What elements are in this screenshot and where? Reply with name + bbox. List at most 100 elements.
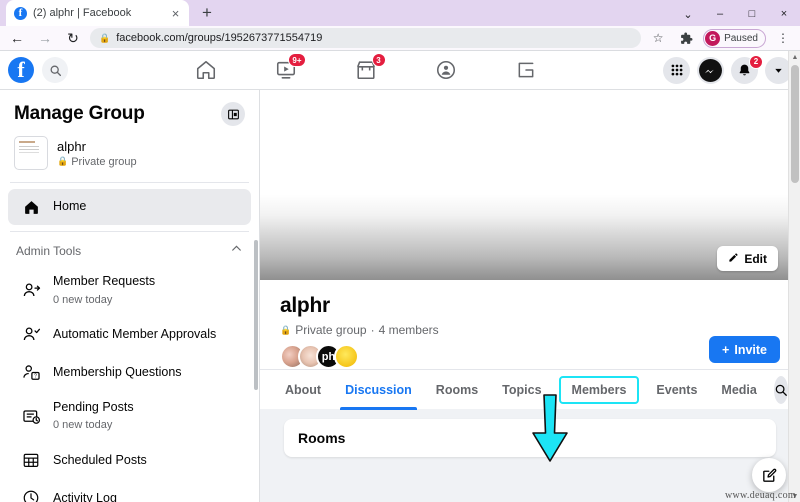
plus-icon: + (722, 342, 730, 357)
browser-tab[interactable]: f (2) alphr | Facebook × (6, 0, 189, 26)
tab-events[interactable]: Events (645, 370, 708, 410)
nav-home-icon[interactable] (191, 55, 221, 85)
person-question-icon: ? (20, 362, 42, 384)
group-meta: 🔒 Private group · 4 members (280, 323, 780, 337)
group-name: alphr (280, 294, 330, 318)
badge-watch: 9+ (288, 53, 306, 68)
nav-gaming-icon[interactable] (511, 55, 541, 85)
sidebar-item-sublabel: 0 new today (53, 293, 113, 306)
tab-rooms[interactable]: Rooms (425, 370, 489, 410)
group-thumbnail (14, 136, 48, 171)
minimize-button[interactable]: – (704, 0, 736, 28)
member-avatar-stack[interactable]: ph (280, 344, 780, 370)
watermark: www.deuaq.com (724, 490, 796, 501)
window-controls: ⌄ – □ × (672, 0, 800, 28)
nav-watch-icon[interactable]: 9+ (271, 53, 306, 85)
sidebar-header: Manage Group (0, 90, 259, 132)
bell-icon[interactable]: 2 (731, 54, 763, 84)
profile-status-chip[interactable]: G Paused (703, 28, 766, 48)
sidebar-item-home[interactable]: Home (8, 189, 251, 226)
person-check-icon (20, 324, 42, 346)
calendar-icon (20, 449, 42, 471)
grid-icon[interactable] (663, 56, 690, 84)
meta-separator: · (370, 323, 375, 338)
tab-discussion[interactable]: Discussion (334, 370, 423, 410)
new-tab-button[interactable]: + (194, 0, 220, 26)
panel-toggle-icon[interactable] (221, 102, 245, 127)
reload-button[interactable]: ↻ (62, 27, 84, 49)
clock-icon (20, 487, 42, 502)
close-icon[interactable]: × (168, 6, 183, 21)
tab-topics[interactable]: Topics (491, 370, 552, 410)
tab-media[interactable]: Media (710, 370, 767, 410)
sidebar-scrollbar[interactable] (254, 240, 258, 391)
rooms-card[interactable]: Rooms (284, 419, 776, 458)
lock-icon: 🔒 (57, 156, 69, 167)
scroll-up-arrow[interactable]: ▲ (789, 51, 800, 63)
group-cover-photo: Edit (260, 90, 800, 281)
sidebar-item-label: Pending Posts (53, 399, 134, 414)
address-bar[interactable]: 🔒 facebook.com/groups/1952673771554719 (90, 28, 642, 49)
browser-tab-strip: f (2) alphr | Facebook × + ⌄ – □ × (0, 0, 800, 26)
svg-text:?: ? (34, 374, 37, 380)
person-add-icon (20, 280, 42, 302)
lock-icon: 🔒 (280, 324, 292, 335)
window-close-button[interactable]: × (768, 0, 800, 28)
sidebar-item-activity-log[interactable]: Activity Log (8, 480, 251, 502)
facebook-right-icons: 2 (663, 54, 792, 84)
scrollbar-thumb[interactable] (791, 65, 799, 184)
sidebar-item-automatic-member-approvals[interactable]: Automatic Member Approvals (8, 317, 251, 353)
sidebar-item-label: Membership Questions (53, 364, 182, 379)
browser-window: f (2) alphr | Facebook × + ⌄ – □ × ← → ↻… (0, 0, 800, 502)
maximize-button[interactable]: □ (736, 0, 768, 28)
messenger-icon[interactable] (697, 56, 724, 84)
sidebar-section-admin-tools[interactable]: Admin Tools (0, 232, 259, 265)
group-feed: Rooms (260, 409, 800, 458)
bookmark-icon[interactable]: ☆ (647, 27, 669, 49)
tab-members[interactable]: Members (558, 375, 640, 404)
browser-menu-icon[interactable]: ⋮ (772, 27, 794, 49)
facebook-top-bar: f 9+ 3 2 (0, 51, 800, 91)
sidebar-item-label: Home (53, 199, 87, 214)
group-tab-bar: About Discussion Rooms Topics Members Ev… (260, 369, 800, 410)
profile-status-label: Paused (724, 32, 758, 44)
lock-icon: 🔒 (99, 32, 111, 43)
compose-icon[interactable] (752, 458, 786, 492)
nav-marketplace-icon[interactable]: 3 (351, 53, 386, 85)
rooms-card-title: Rooms (298, 430, 346, 447)
badge-marketplace: 3 (371, 53, 386, 68)
extensions-icon[interactable] (675, 27, 697, 49)
facebook-logo-icon[interactable]: f (8, 57, 34, 84)
badge-notifications: 2 (749, 54, 763, 69)
chevron-down-icon[interactable]: ⌄ (672, 0, 704, 28)
edit-cover-button[interactable]: Edit (717, 246, 778, 272)
sidebar-item-pending-posts[interactable]: Pending Posts 0 new today (8, 393, 251, 441)
chevron-up-icon[interactable] (230, 242, 243, 260)
search-icon[interactable] (42, 57, 68, 84)
sidebar-item-label: Member Requests (53, 274, 156, 289)
member-avatar-4[interactable] (334, 344, 359, 370)
nav-groups-icon[interactable] (431, 55, 461, 85)
sidebar-item-scheduled-posts[interactable]: Scheduled Posts (8, 442, 251, 478)
sidebar-item-membership-questions[interactable]: ? Membership Questions (8, 355, 251, 391)
facebook-nav-group: 9+ 3 (68, 53, 663, 85)
home-icon (20, 196, 42, 218)
forward-button[interactable]: → (34, 27, 56, 49)
manage-group-sidebar: Manage Group alphr 🔒 Private group Home … (0, 90, 260, 502)
sidebar-item-member-requests[interactable]: Member Requests 0 new today (8, 267, 251, 315)
search-icon[interactable] (773, 375, 788, 404)
facebook-icon: f (14, 6, 27, 20)
page-body: Manage Group alphr 🔒 Private group Home … (0, 90, 800, 502)
invite-button[interactable]: + Invite (709, 336, 780, 364)
web-page: f 9+ 3 2 Manage Group alphr 🔒 Private gr… (0, 51, 800, 502)
sidebar-item-label: Scheduled Posts (53, 452, 147, 467)
sidebar-group-summary[interactable]: alphr 🔒 Private group (0, 132, 259, 182)
tab-about[interactable]: About (274, 370, 332, 410)
back-button[interactable]: ← (6, 27, 28, 49)
browser-tab-title: (2) alphr | Facebook (33, 7, 132, 19)
avatar: G (705, 30, 721, 46)
page-scrollbar[interactable]: ▲ ▼ (788, 51, 800, 502)
divider (10, 182, 249, 184)
group-member-count: 4 members (378, 323, 439, 338)
sidebar-section-label: Admin Tools (16, 244, 82, 259)
